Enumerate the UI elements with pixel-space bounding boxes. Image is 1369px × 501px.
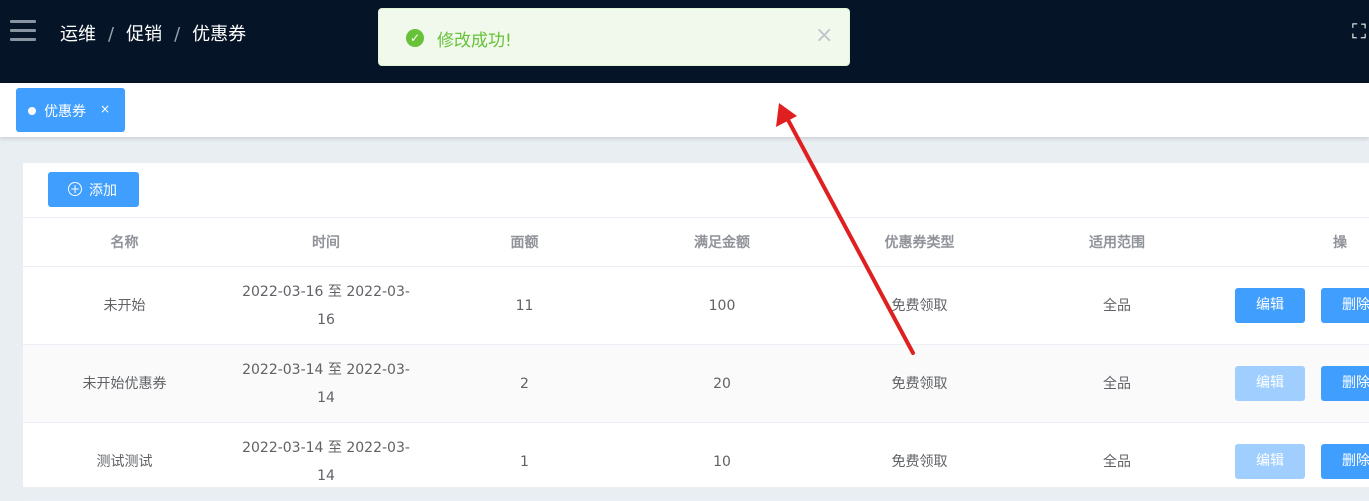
- cell-name: 测试测试: [23, 422, 226, 501]
- table-row: 未开始优惠券 2022-03-14 至 2022-03-14 2 20 免费领取…: [23, 344, 1369, 423]
- table-header-row: 名称 时间 面额 满足金额 优惠券类型 适用范围 操: [23, 217, 1369, 267]
- delete-button[interactable]: 删除: [1321, 288, 1369, 323]
- add-button-label: 添加: [89, 183, 117, 199]
- column-header-scope: 适用范围: [1018, 217, 1216, 267]
- cell-scope: 全品: [1018, 344, 1216, 423]
- cell-type: 免费领取: [821, 266, 1018, 345]
- column-header-amount: 面额: [426, 217, 623, 267]
- cell-amount: 1: [426, 422, 623, 501]
- table-row: 测试测试 2022-03-14 至 2022-03-14 1 10 免费领取 全…: [23, 422, 1369, 501]
- tab-label: 优惠券: [44, 104, 86, 120]
- delete-button[interactable]: 删除: [1321, 366, 1369, 401]
- time-range: 2022-03-14 至 2022-03-14: [242, 439, 410, 484]
- cell-type: 免费领取: [821, 344, 1018, 423]
- check-circle-icon: ✓: [406, 29, 424, 47]
- column-header-type: 优惠券类型: [821, 217, 1018, 267]
- column-header-name: 名称: [23, 217, 226, 267]
- column-header-time: 时间: [226, 217, 426, 267]
- cell-amount: 11: [426, 266, 623, 345]
- tab-coupon[interactable]: 优惠券 ×: [16, 88, 125, 132]
- cell-threshold: 20: [623, 344, 821, 423]
- cell-time: 2022-03-16 至 2022-03-16: [226, 266, 426, 345]
- cell-name: 未开始优惠券: [23, 344, 226, 423]
- cell-name: 未开始: [23, 266, 226, 345]
- plus-circle-icon: +: [68, 182, 82, 196]
- edit-button-disabled: 编辑: [1235, 444, 1305, 479]
- column-header-threshold: 满足金额: [623, 217, 821, 267]
- fullscreen-icon[interactable]: ⛶: [1352, 20, 1369, 42]
- add-button[interactable]: + 添加: [48, 172, 139, 207]
- coupon-table: 名称 时间 面额 满足金额 优惠券类型 适用范围 操 未开始 2022-03-1…: [23, 217, 1369, 501]
- cell-amount: 2: [426, 344, 623, 423]
- edit-button[interactable]: 编辑: [1235, 288, 1305, 323]
- cell-threshold: 100: [623, 266, 821, 345]
- cell-scope: 全品: [1018, 422, 1216, 501]
- close-tab-icon[interactable]: ×: [100, 102, 110, 116]
- cell-actions: 编辑 删除: [1216, 266, 1369, 345]
- cell-time: 2022-03-14 至 2022-03-14: [226, 422, 426, 501]
- time-range: 2022-03-14 至 2022-03-14: [242, 361, 410, 406]
- active-dot-icon: [28, 107, 36, 115]
- time-range: 2022-03-16 至 2022-03-16: [242, 283, 410, 328]
- cell-time: 2022-03-14 至 2022-03-14: [226, 344, 426, 423]
- hamburger-icon[interactable]: [10, 20, 36, 42]
- cell-type: 免费领取: [821, 422, 1018, 501]
- breadcrumb-item-coupon: 优惠券: [192, 24, 247, 45]
- cell-threshold: 10: [623, 422, 821, 501]
- tags-bar: 优惠券 ×: [0, 83, 1369, 137]
- toast-message: 修改成功!: [437, 31, 512, 51]
- delete-button[interactable]: 删除: [1321, 444, 1369, 479]
- edit-button-disabled: 编辑: [1235, 366, 1305, 401]
- breadcrumb-item-promotion[interactable]: 促销: [126, 24, 162, 45]
- cell-actions: 编辑 删除: [1216, 422, 1369, 501]
- column-header-actions: 操: [1216, 217, 1369, 267]
- breadcrumb-separator: /: [108, 24, 115, 45]
- breadcrumb-separator: /: [174, 24, 181, 45]
- success-toast: ✓ 修改成功! ×: [378, 8, 850, 66]
- breadcrumb: 运维 / 促销 / 优惠券: [60, 20, 246, 46]
- close-icon[interactable]: ×: [815, 23, 833, 48]
- cell-actions: 编辑 删除: [1216, 344, 1369, 423]
- table-row: 未开始 2022-03-16 至 2022-03-16 11 100 免费领取 …: [23, 266, 1369, 345]
- cell-scope: 全品: [1018, 266, 1216, 345]
- breadcrumb-item-ops[interactable]: 运维: [60, 24, 96, 45]
- content-card: + 添加 名称 时间 面额 满足金额 优惠券类型 适用范围 操 未开始 2022…: [23, 163, 1369, 501]
